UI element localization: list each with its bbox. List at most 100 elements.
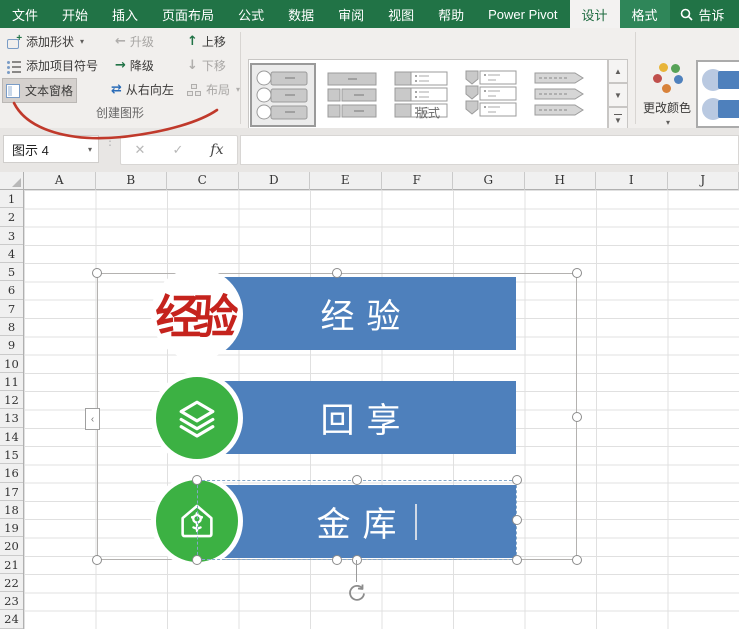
rotate-handle-icon[interactable] xyxy=(346,582,368,604)
formula-input[interactable] xyxy=(240,135,739,165)
change-colors-button[interactable]: 更改颜色 ▾ xyxy=(640,59,694,131)
shape-resize-handle[interactable] xyxy=(192,475,202,485)
promote-button: ← 升级 xyxy=(112,30,157,53)
row-header-19[interactable]: 19 xyxy=(0,519,23,537)
column-header-C[interactable]: C xyxy=(167,172,239,190)
cancel-icon[interactable]: ✕ xyxy=(135,142,146,158)
smartart-circle-2[interactable] xyxy=(151,372,243,464)
search-label: 告诉 xyxy=(699,5,725,24)
insert-function-icon[interactable]: fx xyxy=(210,142,223,158)
row-header-9[interactable]: 9 xyxy=(0,336,23,354)
smartart-circle-1[interactable]: 经验 xyxy=(151,268,243,360)
tab-设计[interactable]: 设计 xyxy=(570,0,620,28)
home-icon xyxy=(174,498,220,544)
resize-handle[interactable] xyxy=(572,268,582,278)
tab-插入[interactable]: 插入 xyxy=(100,0,150,28)
tab-数据[interactable]: 数据 xyxy=(276,0,326,28)
shape-resize-handle[interactable] xyxy=(512,555,522,565)
tab-开始[interactable]: 开始 xyxy=(50,0,100,28)
smartart-banner-3[interactable]: 金库 xyxy=(205,485,516,558)
shape-resize-handle[interactable] xyxy=(352,475,362,485)
smartart-circle-3[interactable] xyxy=(151,475,243,567)
group-separator xyxy=(240,32,241,124)
layouts-group-label: 版式 xyxy=(248,104,608,121)
row-header-5[interactable]: 5 xyxy=(0,263,23,281)
column-header-H[interactable]: H xyxy=(525,172,597,190)
formula-bar-drag-handle[interactable]: ⋮ xyxy=(104,137,116,145)
row-header-22[interactable]: 22 xyxy=(0,574,23,592)
row-header-18[interactable]: 18 xyxy=(0,501,23,519)
row-header-15[interactable]: 15 xyxy=(0,446,23,464)
change-colors-label: 更改颜色 xyxy=(643,99,691,116)
column-header-F[interactable]: F xyxy=(382,172,454,190)
right-to-left-button[interactable]: ⇄ 从右向左 xyxy=(108,78,177,101)
shape-resize-handle[interactable] xyxy=(512,515,522,525)
add-bullet-button[interactable]: 添加项目符号 xyxy=(4,54,101,77)
row-headers[interactable]: 123456789101112131415161718192021222324 xyxy=(0,190,24,629)
resize-handle[interactable] xyxy=(572,555,582,565)
stamp-icon: 经验 xyxy=(155,281,231,347)
row-header-10[interactable]: 10 xyxy=(0,355,23,373)
tab-Power Pivot[interactable]: Power Pivot xyxy=(476,0,569,28)
row-header-21[interactable]: 21 xyxy=(0,556,23,574)
gallery-scroll-up-button[interactable]: ▲ xyxy=(608,59,628,83)
tab-公式[interactable]: 公式 xyxy=(226,0,276,28)
row-header-23[interactable]: 23 xyxy=(0,592,23,610)
smartart-banner-2[interactable]: 回享 xyxy=(205,381,516,454)
row-header-11[interactable]: 11 xyxy=(0,373,23,391)
shape-resize-handle[interactable] xyxy=(352,555,362,565)
excel-window: 文件开始插入页面布局公式数据审阅视图帮助Power Pivot设计格式 告诉 +… xyxy=(0,0,739,629)
row-header-17[interactable]: 17 xyxy=(0,483,23,501)
add-shape-button[interactable]: + 添加形状 ▾ xyxy=(4,30,87,53)
row-header-6[interactable]: 6 xyxy=(0,281,23,299)
row-header-8[interactable]: 8 xyxy=(0,318,23,336)
move-up-button[interactable]: ↑ 上移 xyxy=(184,30,229,53)
row-header-2[interactable]: 2 xyxy=(0,208,23,226)
tab-文件[interactable]: 文件 xyxy=(0,0,50,28)
column-header-I[interactable]: I xyxy=(596,172,668,190)
resize-handle[interactable] xyxy=(572,412,582,422)
smartart-styles-gallery[interactable] xyxy=(696,60,739,128)
tab-页面布局[interactable]: 页面布局 xyxy=(150,0,226,28)
row-header-4[interactable]: 4 xyxy=(0,245,23,263)
row-header-13[interactable]: 13 xyxy=(0,409,23,427)
row-header-1[interactable]: 1 xyxy=(0,190,23,208)
column-header-B[interactable]: B xyxy=(96,172,168,190)
enter-icon[interactable]: ✓ xyxy=(172,142,183,158)
add-shape-icon: + xyxy=(7,35,22,49)
tab-帮助[interactable]: 帮助 xyxy=(426,0,476,28)
shape-resize-handle[interactable] xyxy=(512,475,522,485)
name-box[interactable]: 图示 4 ▾ xyxy=(3,135,99,163)
row-header-16[interactable]: 16 xyxy=(0,464,23,482)
text-pane-expand-button[interactable]: ‹ xyxy=(85,408,100,430)
row-header-14[interactable]: 14 xyxy=(0,428,23,446)
row-header-20[interactable]: 20 xyxy=(0,537,23,555)
tab-视图[interactable]: 视图 xyxy=(376,0,426,28)
select-all-corner[interactable] xyxy=(0,172,24,190)
shape-resize-handle[interactable] xyxy=(192,555,202,565)
text-pane-toggle[interactable]: 文本窗格 xyxy=(2,78,77,103)
row-header-12[interactable]: 12 xyxy=(0,391,23,409)
gallery-scroll-down-button[interactable]: ▼ xyxy=(608,83,628,107)
column-header-E[interactable]: E xyxy=(310,172,382,190)
text-pane-label: 文本窗格 xyxy=(25,82,73,99)
org-chart-icon xyxy=(187,83,202,97)
tab-格式[interactable]: 格式 xyxy=(620,0,670,28)
column-headers[interactable]: ABCDEFGHIJ xyxy=(24,172,739,190)
column-header-G[interactable]: G xyxy=(453,172,525,190)
column-header-J[interactable]: J xyxy=(668,172,739,190)
column-header-D[interactable]: D xyxy=(239,172,311,190)
tab-审阅[interactable]: 审阅 xyxy=(326,0,376,28)
banner-text: 回享 xyxy=(309,393,413,442)
row-header-3[interactable]: 3 xyxy=(0,227,23,245)
resize-handle[interactable] xyxy=(332,555,342,565)
resize-handle[interactable] xyxy=(92,268,102,278)
column-header-A[interactable]: A xyxy=(24,172,96,190)
row-header-24[interactable]: 24 xyxy=(0,610,23,628)
resize-handle[interactable] xyxy=(332,268,342,278)
smartart-banner-1[interactable]: 经验 xyxy=(205,277,516,350)
tell-me-search[interactable]: 告诉 xyxy=(670,0,735,28)
demote-button[interactable]: → 降级 xyxy=(112,54,157,77)
resize-handle[interactable] xyxy=(92,555,102,565)
row-header-7[interactable]: 7 xyxy=(0,300,23,318)
